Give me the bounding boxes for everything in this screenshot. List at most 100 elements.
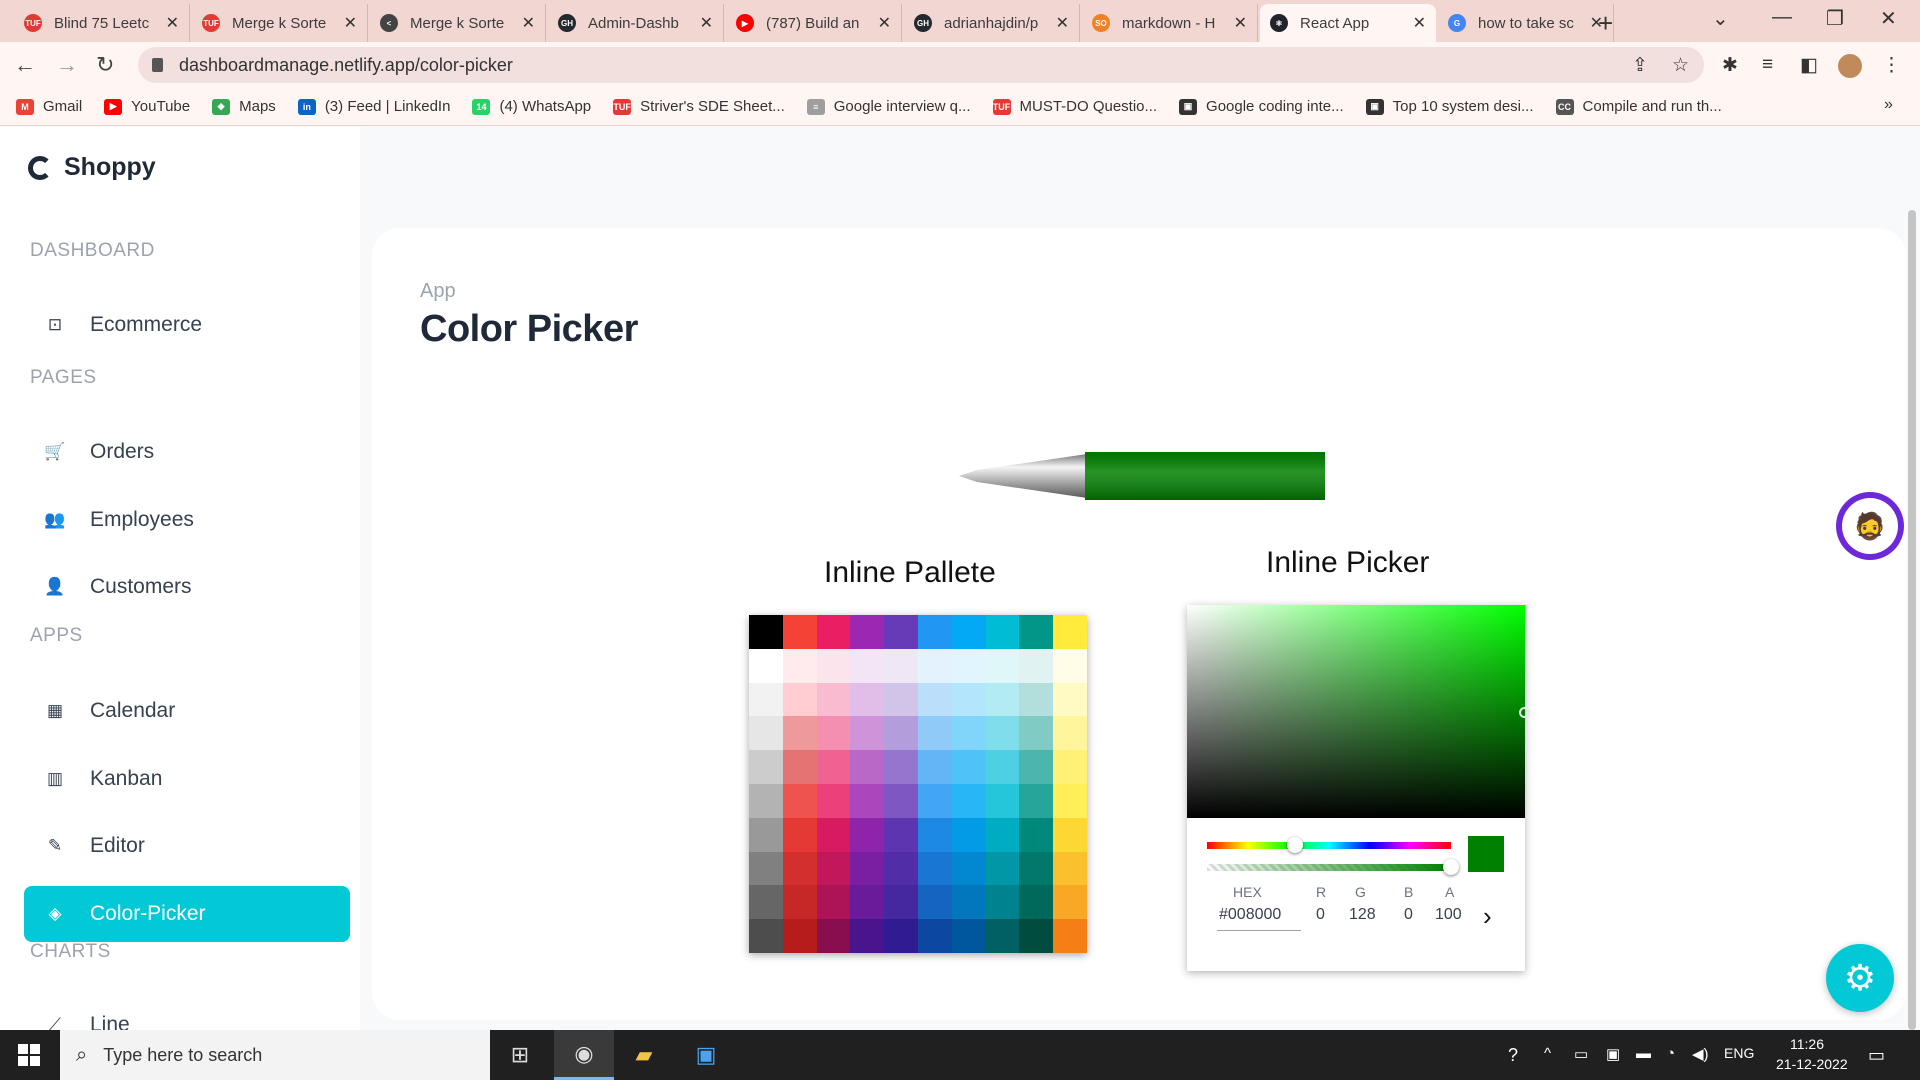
meet-icon[interactable]: ▭ [1574, 1045, 1588, 1063]
palette-swatch[interactable] [884, 648, 918, 683]
chat-avatar-button[interactable]: 🧔 [1836, 492, 1904, 560]
palette-swatch[interactable] [850, 817, 885, 852]
browser-menu-icon[interactable]: ⋮ [1882, 54, 1901, 77]
palette-swatch[interactable] [985, 817, 1020, 852]
palette-swatch[interactable] [850, 615, 885, 649]
palette-swatch[interactable] [951, 750, 986, 784]
side-panel-icon[interactable]: ◧ [1800, 54, 1818, 77]
bookmark-item[interactable]: ≡ Google interview q... [806, 98, 971, 115]
palette-swatch[interactable] [884, 783, 918, 818]
browser-tab[interactable]: TUF Blind 75 Leetc ✕ [14, 4, 190, 42]
bookmark-item[interactable]: CC Compile and run th... [1555, 98, 1722, 115]
palette-swatch[interactable] [782, 817, 817, 852]
palette-swatch[interactable] [1019, 885, 1054, 920]
palette-swatch[interactable] [917, 851, 952, 886]
browser-tab[interactable]: Ghow to take sc ✕ [1438, 4, 1614, 42]
palette-swatch[interactable] [884, 919, 918, 953]
help-icon[interactable]: ? [1508, 1045, 1518, 1066]
palette-swatch[interactable] [1019, 851, 1054, 886]
palette-swatch[interactable] [917, 615, 952, 649]
palette-swatch[interactable] [749, 919, 783, 953]
photos-icon[interactable]: ▣ [676, 1030, 736, 1080]
bookmark-item[interactable]: ▣ Top 10 system desi... [1365, 98, 1534, 115]
notifications-icon[interactable]: ▭ [1868, 1045, 1885, 1066]
palette-swatch[interactable] [850, 851, 885, 886]
palette-swatch[interactable] [1053, 783, 1087, 818]
palette-swatch[interactable] [816, 716, 851, 751]
palette-swatch[interactable] [850, 648, 885, 683]
palette-swatch[interactable] [816, 783, 851, 818]
battery-icon[interactable]: ▬ [1636, 1045, 1651, 1062]
file-explorer-icon[interactable]: ▰ [614, 1030, 674, 1080]
palette-swatch[interactable] [951, 716, 986, 751]
palette-swatch[interactable] [917, 682, 952, 717]
palette-swatch[interactable] [1053, 817, 1087, 852]
palette-swatch[interactable] [1019, 716, 1054, 751]
bookmark-item[interactable]: M Gmail [16, 98, 82, 115]
palette-swatch[interactable] [1053, 615, 1087, 649]
palette-swatch[interactable] [951, 851, 986, 886]
browser-tab[interactable]: TUF Merge k Sorte ✕ [192, 4, 368, 42]
palette-swatch[interactable] [816, 919, 851, 953]
palette-swatch[interactable] [951, 682, 986, 717]
settings-gear-button[interactable]: ⚙ [1826, 944, 1894, 1012]
palette-swatch[interactable] [951, 615, 986, 649]
new-tab-button[interactable]: + [1598, 8, 1613, 39]
palette-swatch[interactable] [985, 851, 1020, 886]
palette-swatch[interactable] [816, 750, 851, 784]
palette-swatch[interactable] [749, 750, 783, 784]
palette-swatch[interactable] [917, 750, 952, 784]
palette-swatch[interactable] [782, 615, 817, 649]
palette-swatch[interactable] [884, 615, 918, 649]
tab-search-icon[interactable]: ⌄ [1712, 6, 1729, 31]
palette-swatch[interactable] [782, 716, 817, 751]
palette-swatch[interactable] [850, 783, 885, 818]
taskbar-search[interactable]: ⌕ Type here to search [60, 1030, 490, 1080]
palette-swatch[interactable] [917, 885, 952, 920]
palette-swatch[interactable] [884, 750, 918, 784]
palette-swatch[interactable] [985, 682, 1020, 717]
palette-swatch[interactable] [951, 648, 986, 683]
browser-tab[interactable]: GH Admin-Dashb ✕ [548, 4, 724, 42]
media-icon[interactable]: ≡ [1762, 54, 1773, 76]
windows-start-button[interactable] [18, 1044, 40, 1066]
palette-swatch[interactable] [951, 783, 986, 818]
sidebar-item-calendar[interactable]: ▦ Calendar [24, 683, 350, 739]
palette-swatch[interactable] [1019, 919, 1054, 953]
palette-swatch[interactable] [749, 682, 783, 717]
palette-swatch[interactable] [850, 885, 885, 920]
hue-slider[interactable] [1207, 842, 1451, 849]
palette-swatch[interactable] [985, 615, 1020, 649]
palette-swatch[interactable] [917, 919, 952, 953]
r-input[interactable]: 0 [1316, 906, 1325, 924]
palette-swatch[interactable] [1053, 716, 1087, 751]
palette-swatch[interactable] [951, 919, 986, 953]
bookmark-item[interactable]: ◆ Maps [212, 98, 276, 115]
palette-swatch[interactable] [1053, 750, 1087, 784]
bookmark-item[interactable]: in (3) Feed | LinkedIn [297, 98, 450, 115]
close-window-button[interactable]: ✕ [1880, 6, 1897, 31]
browser-tab[interactable]: ⚛ React App ✕ [1260, 4, 1436, 42]
bookmark-item[interactable]: TUF Striver's SDE Sheet... [613, 98, 785, 115]
palette-swatch[interactable] [985, 885, 1020, 920]
extensions-icon[interactable]: ✱ [1722, 54, 1738, 77]
palette-swatch[interactable] [782, 783, 817, 818]
opacity-slider[interactable] [1207, 864, 1451, 871]
palette-swatch[interactable] [917, 716, 952, 751]
palette-swatch[interactable] [884, 682, 918, 717]
palette-swatch[interactable] [749, 615, 783, 649]
wifi-icon[interactable]: ◔ [1666, 1045, 1675, 1062]
sidebar-item-ecommerce[interactable]: ⊡ Ecommerce [24, 297, 350, 353]
a-input[interactable]: 100 [1435, 906, 1462, 924]
chevron-right-icon[interactable]: › [1483, 901, 1492, 932]
more-bookmarks-icon[interactable]: » [1884, 96, 1893, 114]
palette-swatch[interactable] [816, 615, 851, 649]
palette-swatch[interactable] [1019, 682, 1054, 717]
palette-swatch[interactable] [1053, 682, 1087, 717]
share-icon[interactable]: ⇪ [1632, 54, 1648, 77]
palette-swatch[interactable] [816, 851, 851, 886]
palette-swatch[interactable] [782, 682, 817, 717]
palette-swatch[interactable] [884, 817, 918, 852]
minimize-button[interactable]: — [1772, 6, 1792, 29]
palette-swatch[interactable] [985, 783, 1020, 818]
